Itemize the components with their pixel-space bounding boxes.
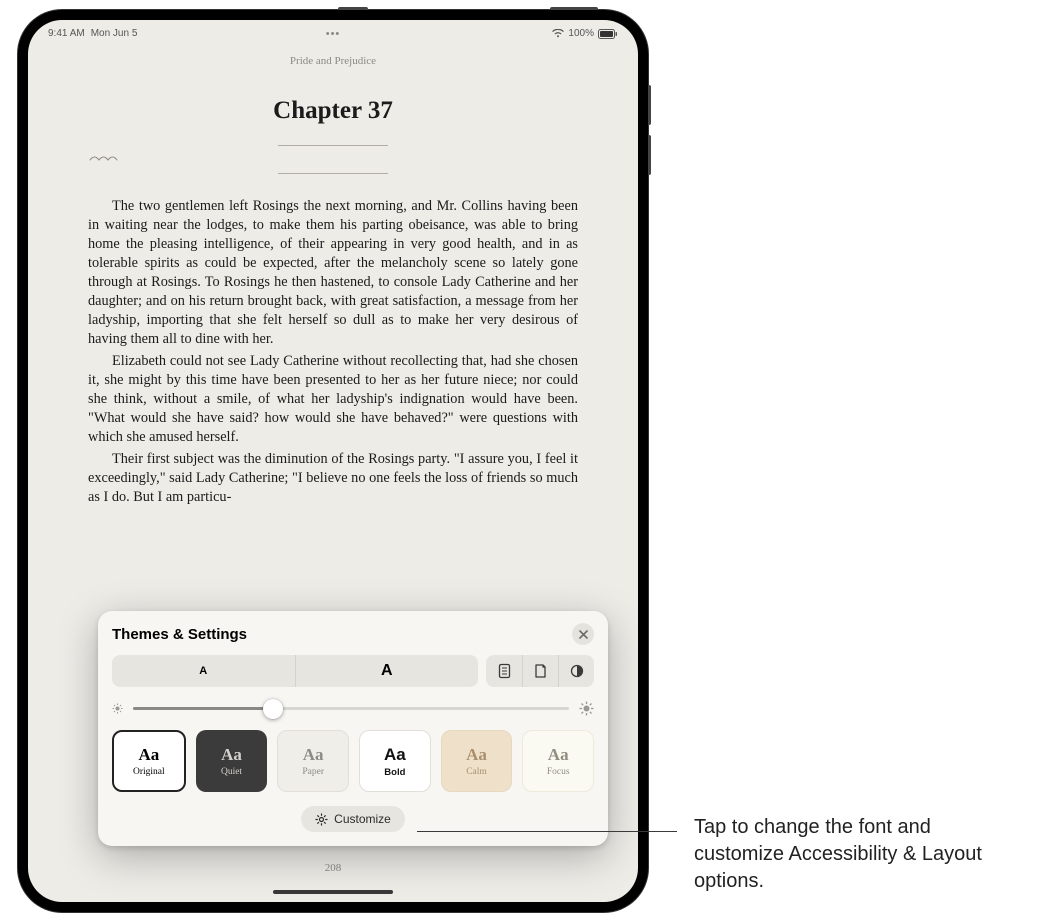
theme-label: Quiet <box>221 767 242 777</box>
appearance-button[interactable] <box>558 655 594 687</box>
chapter-ornament-icon <box>88 137 578 183</box>
customize-button[interactable]: Customize <box>301 806 405 832</box>
book-paragraph: The two gentlemen left Rosings the next … <box>88 197 578 349</box>
font-smaller-button[interactable]: A <box>112 655 296 687</box>
book-paragraph: Their first subject was the diminution o… <box>88 450 578 507</box>
ipad-power-button <box>550 7 598 10</box>
close-button[interactable] <box>572 623 594 645</box>
brightness-high-icon <box>579 701 594 716</box>
scroll-view-button[interactable] <box>486 655 522 687</box>
theme-calm[interactable]: Aa Calm <box>441 730 513 792</box>
themes-settings-panel: Themes & Settings A A <box>98 611 608 846</box>
theme-bold[interactable]: Aa Bold <box>359 730 431 792</box>
brightness-slider-row <box>112 701 594 716</box>
customize-label: Customize <box>334 812 391 826</box>
theme-label: Paper <box>302 767 324 777</box>
status-battery-label: 100% <box>568 28 594 39</box>
theme-focus[interactable]: Aa Focus <box>522 730 594 792</box>
brightness-thumb[interactable] <box>263 699 283 719</box>
page-curl-icon <box>533 663 548 679</box>
ipad-top-button <box>338 7 368 10</box>
theme-paper[interactable]: Aa Paper <box>277 730 349 792</box>
theme-quiet[interactable]: Aa Quiet <box>196 730 268 792</box>
theme-label: Bold <box>384 767 405 778</box>
brightness-slider[interactable] <box>133 707 569 710</box>
callout-text: Tap to change the font and customize Acc… <box>694 814 1024 895</box>
brightness-low-icon <box>112 703 123 714</box>
ipad-volume-down <box>648 135 651 175</box>
status-time: 9:41 AM <box>48 28 85 39</box>
ipad-screen: ••• 9:41 AM Mon Jun 5 100% Pride and Pre… <box>28 20 638 902</box>
page-number: 208 <box>28 862 638 874</box>
view-options-group <box>486 655 594 687</box>
ipad-device-frame: ••• 9:41 AM Mon Jun 5 100% Pride and Pre… <box>18 10 648 912</box>
theme-options-row: Aa Original Aa Quiet Aa Paper Aa Bold Aa <box>112 730 594 792</box>
book-title: Pride and Prejudice <box>88 55 578 67</box>
panel-title: Themes & Settings <box>112 626 247 643</box>
multitask-handle-icon[interactable]: ••• <box>326 28 341 40</box>
theme-original[interactable]: Aa Original <box>112 730 186 792</box>
ipad-volume-up <box>648 85 651 125</box>
home-indicator[interactable] <box>273 890 393 894</box>
book-paragraph: Elizabeth could not see Lady Catherine w… <box>88 352 578 447</box>
contrast-icon <box>569 663 585 679</box>
theme-label: Calm <box>466 767 487 777</box>
brightness-fill <box>133 707 273 710</box>
chapter-heading: Chapter 37 <box>88 97 578 125</box>
battery-icon <box>598 29 618 39</box>
gear-icon <box>315 813 328 826</box>
scroll-view-icon <box>497 663 512 679</box>
font-size-segmented: A A <box>112 655 478 687</box>
book-page[interactable]: Pride and Prejudice Chapter 37 The two g… <box>28 41 638 507</box>
callout-leader-line <box>417 831 677 832</box>
font-larger-button[interactable]: A <box>296 655 479 687</box>
page-view-button[interactable] <box>522 655 558 687</box>
theme-label: Focus <box>547 767 570 777</box>
wifi-icon <box>552 29 564 38</box>
theme-label: Original <box>133 767 165 777</box>
close-icon <box>579 630 588 639</box>
status-date: Mon Jun 5 <box>91 28 138 39</box>
